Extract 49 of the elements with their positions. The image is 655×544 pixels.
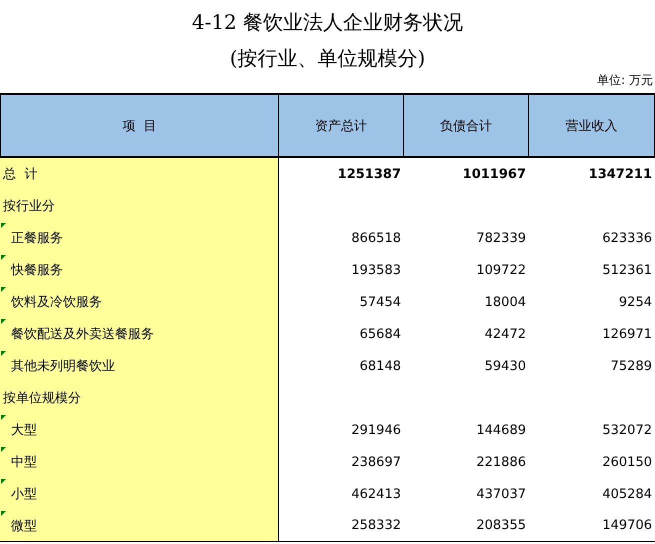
row-label: 餐饮配送及外卖送餐服务: [0, 318, 279, 350]
table-cell-text: 193583: [350, 262, 402, 280]
table-cell-text: 75289: [610, 358, 653, 376]
column-header: 资产总计: [279, 93, 404, 158]
table-cell-text: 221886: [475, 454, 527, 472]
table-cell-text: 9254: [618, 294, 653, 312]
row-label: 按单位规模分: [0, 382, 279, 414]
table-cell-text: 1347211: [588, 166, 653, 184]
column-header: 营业收入: [529, 93, 655, 158]
table-cell-text: 42472: [484, 326, 527, 344]
table-cell-text: 1251387: [336, 166, 402, 184]
column-header: 项 目: [0, 93, 279, 158]
table-cell-text: 405284: [601, 486, 653, 504]
row-label: 正餐服务: [0, 222, 279, 254]
table-title: 4-12 餐饮业法人企业财务状况: [190, 9, 464, 35]
table-cell-text: 57454: [358, 294, 402, 312]
table-cell: 258332: [279, 510, 404, 542]
table-cell-text: 68148: [358, 358, 402, 376]
table-cell-text: 18004: [484, 294, 527, 312]
table-cell-text: 260150: [601, 454, 653, 472]
table-cell-text: 59430: [484, 358, 527, 376]
table-cell-text: 623336: [601, 230, 653, 248]
table-cell-text: 866518: [350, 230, 402, 248]
row-label: 饮料及冷饮服务: [0, 286, 279, 318]
table-cell-text: 65684: [358, 326, 402, 344]
table-cell: 149706: [529, 510, 655, 542]
table-cell-text: 238697: [350, 454, 402, 472]
row-label: 微型: [0, 510, 279, 542]
row-label: 大型: [0, 414, 279, 446]
table-cell-text: 144689: [475, 422, 527, 440]
table-cell-text: 532072: [601, 422, 653, 440]
row-label: 按行业分: [0, 190, 279, 222]
table-cell-text: 1011967: [462, 166, 527, 184]
table-cell-text: 291946: [350, 422, 402, 440]
table-cell-text: 126971: [601, 326, 653, 344]
table-cell: 208355: [404, 510, 529, 542]
table-cell-text: 109722: [475, 262, 527, 280]
row-label: 中型: [0, 446, 279, 478]
table-cell-text: 437037: [475, 486, 527, 504]
row-label: 快餐服务: [0, 254, 279, 286]
row-label: 总 计: [0, 158, 279, 190]
table-cell-text: 462413: [350, 486, 402, 504]
row-label: 其他未列明餐饮业: [0, 350, 279, 382]
table-cell-text: 512361: [601, 262, 653, 280]
unit-label: 单位: 万元: [596, 72, 654, 89]
table-cell-text: 782339: [475, 230, 527, 248]
table-subtitle: (按行业、单位规模分): [228, 45, 426, 71]
row-label: 小型: [0, 478, 279, 510]
column-header: 负债合计: [404, 93, 529, 158]
